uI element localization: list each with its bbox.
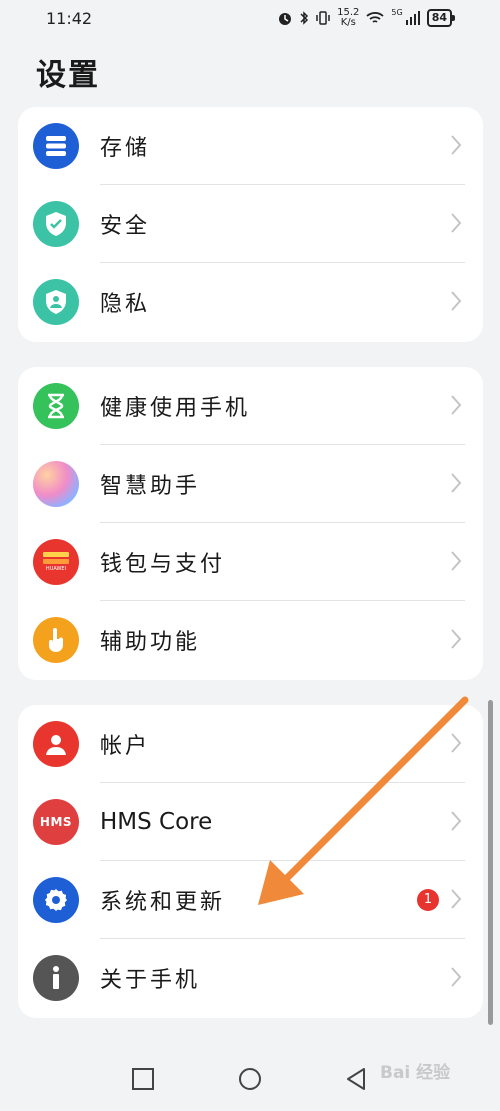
network-type: 5G bbox=[391, 8, 403, 17]
signal-icon bbox=[405, 11, 420, 25]
settings-item-smart-assistant[interactable]: 智慧助手 bbox=[18, 445, 483, 523]
network-speed: 15.2 K/s bbox=[337, 7, 360, 28]
settings-item-label: 钱包与支付 bbox=[100, 552, 226, 577]
chevron-right-icon bbox=[451, 551, 462, 571]
settings-item-label: 系统和更新 bbox=[100, 890, 226, 915]
watermark: Bai 经验 bbox=[380, 1063, 451, 1083]
assistant-orb-icon bbox=[33, 461, 79, 507]
settings-item-label: 关于手机 bbox=[100, 968, 201, 993]
settings-group-2: 健康使用手机 智慧助手 HUAWEI 钱包与支付 辅助功能 bbox=[18, 367, 483, 680]
chevron-right-icon bbox=[451, 967, 462, 987]
settings-item-wallet[interactable]: HUAWEI 钱包与支付 bbox=[18, 523, 483, 601]
security-shield-icon bbox=[33, 201, 79, 247]
chevron-right-icon bbox=[451, 473, 462, 493]
home-icon[interactable] bbox=[237, 1066, 263, 1092]
notification-badge: 1 bbox=[417, 889, 439, 911]
status-bar: 11:42 15.2 K/s 5G 84 bbox=[0, 0, 500, 36]
wallet-icon: HUAWEI bbox=[33, 539, 79, 585]
status-icons: 15.2 K/s 5G 84 bbox=[277, 8, 456, 28]
hourglass-icon bbox=[33, 383, 79, 429]
account-icon bbox=[33, 721, 79, 767]
battery-indicator: 84 bbox=[426, 9, 456, 27]
gear-icon bbox=[33, 877, 79, 923]
settings-item-security[interactable]: 安全 bbox=[18, 185, 483, 263]
chevron-right-icon bbox=[451, 811, 462, 831]
settings-item-digital-balance[interactable]: 健康使用手机 bbox=[18, 367, 483, 445]
scrollbar[interactable] bbox=[488, 700, 493, 1025]
settings-item-label: 健康使用手机 bbox=[100, 396, 251, 421]
settings-item-label: 智慧助手 bbox=[100, 474, 201, 499]
chevron-right-icon bbox=[451, 291, 462, 311]
chevron-right-icon bbox=[451, 395, 462, 415]
wifi-icon bbox=[366, 12, 384, 23]
settings-item-label: HMS Core bbox=[100, 809, 213, 835]
settings-item-privacy[interactable]: 隐私 bbox=[18, 263, 483, 341]
bluetooth-icon bbox=[300, 11, 309, 25]
settings-item-account[interactable]: 帐户 bbox=[18, 705, 483, 783]
settings-item-label: 安全 bbox=[100, 214, 151, 239]
settings-item-system-update[interactable]: 系统和更新 1 bbox=[18, 861, 483, 939]
chevron-right-icon bbox=[451, 889, 462, 909]
alarm-icon bbox=[279, 13, 292, 25]
vibrate-icon bbox=[316, 11, 330, 25]
recent-apps-icon[interactable] bbox=[130, 1066, 156, 1092]
hand-pointer-icon bbox=[33, 617, 79, 663]
chevron-right-icon bbox=[451, 733, 462, 753]
storage-icon bbox=[33, 123, 79, 169]
settings-item-label: 帐户 bbox=[100, 734, 151, 759]
page-title: 设置 bbox=[36, 58, 100, 93]
settings-item-label: 存储 bbox=[100, 136, 151, 161]
settings-item-label: 隐私 bbox=[100, 292, 151, 317]
settings-item-storage[interactable]: 存储 bbox=[18, 107, 483, 185]
settings-item-accessibility[interactable]: 辅助功能 bbox=[18, 601, 483, 679]
settings-group-3: 帐户 HMS HMS Core 系统和更新 1 关于手机 bbox=[18, 705, 483, 1018]
settings-group-1: 存储 安全 隐私 bbox=[18, 107, 483, 342]
chevron-right-icon bbox=[451, 629, 462, 649]
chevron-right-icon bbox=[451, 213, 462, 233]
hms-core-icon: HMS bbox=[33, 799, 79, 845]
privacy-shield-icon bbox=[33, 279, 79, 325]
settings-item-about-phone[interactable]: 关于手机 bbox=[18, 939, 483, 1017]
status-time: 11:42 bbox=[46, 8, 93, 28]
back-icon[interactable] bbox=[343, 1066, 369, 1092]
info-icon bbox=[33, 955, 79, 1001]
settings-item-label: 辅助功能 bbox=[100, 630, 201, 655]
chevron-right-icon bbox=[451, 135, 462, 155]
settings-item-hms-core[interactable]: HMS HMS Core bbox=[18, 783, 483, 861]
